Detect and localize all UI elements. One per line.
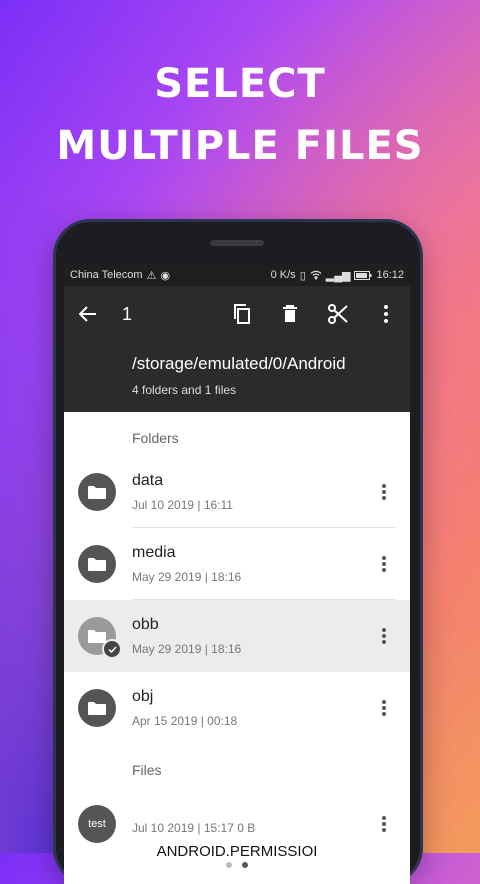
folder-icon <box>88 702 106 715</box>
folder-row-obb[interactable]: obb May 29 2019 | 18:16 <box>64 600 410 672</box>
network-speed: 0 K/s <box>270 269 296 281</box>
folder-icon <box>88 558 106 571</box>
folder-date: Jul 10 2019 | 16:11 <box>132 498 233 512</box>
more-vert-icon <box>382 556 386 572</box>
file-menu-button[interactable] <box>364 816 404 832</box>
battery-icon <box>354 270 372 280</box>
selection-toolbar: 1 <box>64 286 410 342</box>
current-path: /storage/emulated/0/Android <box>132 354 346 373</box>
promo-headline: SELECT MULTIPLE FILES <box>0 53 480 177</box>
signal-icon: ▂▄▆ <box>325 269 351 282</box>
page-indicator <box>226 862 248 868</box>
folders-section-label: Folders <box>132 430 179 446</box>
warning-icon: ⚠ <box>146 269 157 282</box>
delete-button[interactable] <box>266 290 314 338</box>
vpn-icon: ◉ <box>160 269 171 282</box>
more-options-button[interactable] <box>362 290 410 338</box>
folder-avatar <box>78 545 116 583</box>
path-header: /storage/emulated/0/Android 4 folders an… <box>64 342 410 412</box>
selected-count: 1 <box>122 303 133 324</box>
copy-icon <box>234 304 250 324</box>
scissors-icon <box>328 304 348 324</box>
folder-date: May 29 2019 | 18:16 <box>132 642 242 656</box>
selected-check-badge <box>102 639 122 659</box>
files-section-label: Files <box>132 762 162 778</box>
folder-menu-button[interactable] <box>364 484 404 500</box>
file-date-size: Jul 10 2019 | 15:17 0 B <box>132 821 256 835</box>
file-avatar: test <box>78 805 116 843</box>
more-vert-icon <box>384 305 388 323</box>
folder-summary: 4 folders and 1 files <box>132 383 237 397</box>
folder-name: data <box>132 472 164 489</box>
folder-row-obj[interactable]: obj Apr 15 2019 | 00:18 <box>64 672 410 744</box>
more-vert-icon <box>382 628 386 644</box>
folder-icon <box>88 486 106 499</box>
folder-menu-button[interactable] <box>364 700 404 716</box>
clock: 16:12 <box>376 269 404 281</box>
folder-menu-button[interactable] <box>364 556 404 572</box>
phone-screen: China Telecom ⚠ ◉ 0 K/s ▯ ▂▄▆ 16:12 1 /s… <box>64 264 410 884</box>
phone-frame: China Telecom ⚠ ◉ 0 K/s ▯ ▂▄▆ 16:12 1 /s… <box>56 222 420 884</box>
copy-button[interactable] <box>218 290 266 338</box>
folder-row-data[interactable]: data Jul 10 2019 | 16:11 <box>64 456 410 528</box>
back-button[interactable] <box>64 290 112 338</box>
wifi-icon <box>310 270 322 280</box>
headline-line-1: SELECT <box>154 61 326 107</box>
headline-line-2: MULTIPLE FILES <box>56 123 424 169</box>
folder-name: obb <box>132 616 159 633</box>
folder-name: obj <box>132 688 154 705</box>
more-vert-icon <box>382 484 386 500</box>
folder-avatar <box>78 617 122 659</box>
folder-row-media[interactable]: media May 29 2019 | 18:16 <box>64 528 410 600</box>
more-vert-icon <box>382 700 386 716</box>
cut-button[interactable] <box>314 290 362 338</box>
folder-name: media <box>132 544 176 561</box>
folder-menu-button[interactable] <box>364 628 404 644</box>
permission-toast: ANDROID.PERMISSIOI <box>156 843 318 860</box>
folder-avatar <box>78 689 116 727</box>
page-dot <box>226 862 232 868</box>
folder-date: Apr 15 2019 | 00:18 <box>132 714 238 728</box>
more-vert-icon <box>382 816 386 832</box>
arrow-back-icon <box>79 306 96 322</box>
status-bar: China Telecom ⚠ ◉ 0 K/s ▯ ▂▄▆ 16:12 <box>64 264 410 286</box>
carrier-label: China Telecom <box>70 269 143 281</box>
phone-speaker <box>210 240 264 246</box>
vibrate-icon: ▯ <box>299 269 306 282</box>
page-dot-active <box>242 862 248 868</box>
trash-icon <box>283 305 297 322</box>
folder-icon <box>88 630 106 643</box>
check-icon <box>107 645 117 653</box>
folder-avatar <box>78 473 116 511</box>
folder-date: May 29 2019 | 18:16 <box>132 570 242 584</box>
